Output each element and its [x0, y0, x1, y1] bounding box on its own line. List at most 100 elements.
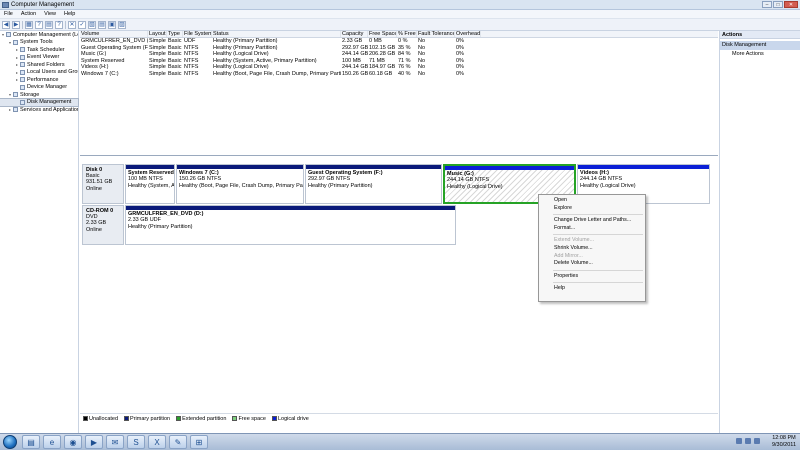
- excel-icon[interactable]: X: [148, 435, 166, 449]
- tree-node-icon: [13, 92, 18, 98]
- column-header[interactable]: File System: [183, 31, 212, 37]
- table-cell: System Reserved: [81, 57, 125, 64]
- back-icon[interactable]: ◀: [2, 20, 10, 29]
- context-menu-item: Add Mirror...: [554, 252, 583, 259]
- table-cell: 60.18 GB: [369, 70, 393, 77]
- network-icon[interactable]: ⊞: [190, 435, 208, 449]
- partition-status: Healthy (Logical Drive): [447, 183, 503, 190]
- legend-label: Primary partition: [130, 415, 171, 422]
- table-row[interactable]: Guest Operating System (F:) Simple Basic NT…: [80, 45, 718, 52]
- column-header[interactable]: Free Space: [368, 31, 397, 37]
- context-menu-item[interactable]: Properties: [539, 273, 645, 281]
- table-cell: 206.28 GB: [369, 51, 396, 58]
- paint-icon[interactable]: ✎: [169, 435, 187, 449]
- tree-item-label: Storage: [20, 91, 40, 98]
- tree-item[interactable]: ▾ Storage: [0, 91, 78, 99]
- table-cell: 84 %: [398, 51, 411, 58]
- column-header[interactable]: Status: [212, 31, 341, 37]
- table-row[interactable]: System Reserved Simple Basic NTFS Healthy (S…: [80, 58, 718, 65]
- table-cell: Basic: [168, 70, 182, 77]
- legend-item: Free space: [232, 416, 266, 422]
- tree-item[interactable]: ▸Local Users and Groups: [0, 69, 78, 77]
- partition[interactable]: Windows 7 (C:) 150.26 GB NTFS Healthy (Boo…: [176, 164, 304, 204]
- table-row[interactable]: Videos (H:) Simple Basic NTFS Healthy (Logic…: [80, 64, 718, 71]
- menu-view[interactable]: View: [40, 11, 60, 17]
- tree-node-icon: [6, 32, 11, 38]
- context-menu-item[interactable]: Change Drive Letter and Paths...: [539, 217, 645, 225]
- partition[interactable]: System Reserved 100 MB NTFS Healthy (Syste…: [125, 164, 175, 204]
- show-action-pane-icon[interactable]: ▤: [45, 20, 53, 29]
- more-actions-link[interactable]: More Actions: [720, 50, 800, 59]
- context-menu-item[interactable]: Delete Volume...: [539, 260, 645, 268]
- properties-icon[interactable]: ▧: [88, 20, 96, 29]
- ie-icon[interactable]: e: [43, 435, 61, 449]
- context-menu-item[interactable]: Format...: [539, 225, 645, 233]
- column-header[interactable]: Volume: [80, 31, 148, 37]
- media-icon[interactable]: ▶: [85, 435, 103, 449]
- context-menu-item[interactable]: Explore: [539, 205, 645, 213]
- tree-item[interactable]: ▸ Services and Applications: [0, 106, 78, 114]
- tray-icon[interactable]: [745, 438, 751, 444]
- context-menu-item[interactable]: Shrink Volume...: [539, 245, 645, 253]
- tree-item[interactable]: ▾ System Tools: [0, 39, 78, 47]
- table-cell: 100 MB: [342, 57, 361, 64]
- close-button[interactable]: ✕: [784, 1, 798, 8]
- partition[interactable]: GRMCULFRER_EN_DVD (D:) 2.33 GB UDF Healthy…: [125, 205, 456, 245]
- column-header[interactable]: Fault Tolerance: [417, 31, 455, 37]
- forward-icon[interactable]: ▶: [12, 20, 20, 29]
- tree-item-label: Shared Folders: [27, 61, 65, 68]
- firefox-icon[interactable]: ◉: [64, 435, 82, 449]
- column-header[interactable]: Layout: [148, 31, 167, 37]
- disk-row: CD-ROM 0 DVD 2.33 GB Online GRMCULFRER_EN_DV…: [82, 205, 456, 245]
- tree-item[interactable]: Disk Management: [0, 97, 79, 107]
- legend-swatch: [124, 415, 130, 421]
- tree-item[interactable]: ▸ Event Viewer: [0, 54, 78, 62]
- view-icon[interactable]: ▣: [108, 20, 116, 29]
- chat-icon[interactable]: ✉: [106, 435, 124, 449]
- table-cell: Basic: [168, 57, 182, 64]
- tree-item-label: Task Scheduler: [27, 46, 65, 53]
- partition[interactable]: Guest Operating System (F:) 292.97 GB NTF…: [305, 164, 442, 204]
- context-menu-item[interactable]: Help: [539, 285, 645, 293]
- export-icon[interactable]: ▤: [98, 20, 106, 29]
- column-header[interactable]: Type: [167, 31, 183, 37]
- tree-node-icon: [13, 39, 18, 45]
- column-header[interactable]: Overhead: [455, 31, 481, 37]
- window-title: Computer Management: [11, 1, 75, 8]
- partition-status: Healthy (Boot, Page File, Crash Dump, Pr…: [179, 182, 303, 189]
- show-hide-tree-icon[interactable]: ▦: [25, 20, 33, 29]
- menu-help[interactable]: Help: [60, 11, 79, 17]
- delete-icon[interactable]: ✕: [68, 20, 76, 29]
- table-cell: NTFS: [184, 51, 199, 58]
- check-icon[interactable]: ✓: [78, 20, 86, 29]
- disk-label[interactable]: CD-ROM 0 DVD 2.33 GB Online: [82, 205, 124, 245]
- column-header[interactable]: Capacity: [341, 31, 368, 37]
- tree-item[interactable]: ▸ Shared Folders: [0, 61, 78, 69]
- tray-icon[interactable]: [754, 438, 760, 444]
- table-row[interactable]: Music (G:) Simple Basic NTFS Healthy (Logica…: [80, 51, 718, 58]
- help-topics-icon[interactable]: ?: [55, 20, 63, 29]
- tree-item[interactable]: Device Manager: [0, 84, 78, 92]
- column-header[interactable]: % Free: [397, 31, 417, 37]
- skype-icon[interactable]: S: [127, 435, 145, 449]
- disk-label[interactable]: Disk 0 Basic 931.51 GB Online: [82, 164, 124, 204]
- maximize-button[interactable]: □: [773, 1, 783, 8]
- table-row[interactable]: Windows 7 (C:) Simple Basic NTFS Healthy (Bo…: [80, 71, 718, 78]
- tree-item[interactable]: ▾Computer Management (Local): [0, 31, 78, 39]
- tree-item[interactable]: ▸ Task Scheduler: [0, 46, 78, 54]
- refresh-icon[interactable]: ▨: [118, 20, 126, 29]
- volume-list-header: Volume Layout Type File System Status Capacit…: [80, 31, 718, 38]
- tray-icon[interactable]: [736, 438, 742, 444]
- start-button[interactable]: [3, 435, 17, 449]
- help-icon[interactable]: ?: [35, 20, 43, 29]
- menu-file[interactable]: File: [0, 11, 17, 17]
- clock[interactable]: 12:08 PM 9/30/2011: [772, 435, 796, 448]
- folder-icon[interactable]: ▤: [22, 435, 40, 449]
- table-cell: 0%: [456, 44, 464, 51]
- context-menu-item[interactable]: Open: [539, 197, 645, 205]
- menu-action[interactable]: Action: [17, 11, 40, 17]
- actions-section-disk-management[interactable]: Disk Management: [720, 41, 800, 50]
- table-row[interactable]: GRMCULFRER_EN_DVD (D:)SimpleBasicUDF Heal…: [80, 38, 718, 45]
- tree-item[interactable]: ▸ Performance: [0, 76, 78, 84]
- minimize-button[interactable]: –: [762, 1, 772, 8]
